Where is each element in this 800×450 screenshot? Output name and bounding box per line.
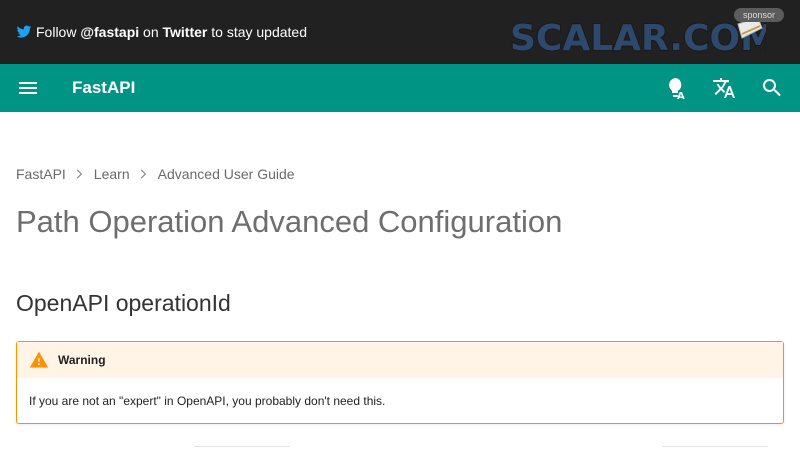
svg-text:A: A [677,91,685,100]
search-icon[interactable] [760,76,784,100]
site-title[interactable]: FastAPI [72,78,135,98]
color-palette-icon[interactable]: A [664,76,688,100]
translate-icon[interactable] [712,76,736,100]
twitter-icon [16,25,32,38]
sponsor-banner[interactable]: SCALAR.COM sponsor [506,6,784,60]
breadcrumb-item-learn[interactable]: Learn [94,166,130,182]
announcement-middle: on [139,24,163,40]
announcement-suffix: to stay updated [207,24,307,40]
code-tab[interactable] [662,446,768,450]
menu-icon[interactable] [16,76,40,100]
breadcrumb: FastAPI Learn Advanced User Guide [16,166,295,182]
warning-admonition: Warning If you are not an "expert" in Op… [16,341,784,424]
page-title: Path Operation Advanced Configuration [16,204,563,239]
site-header: FastAPI A [0,64,800,112]
twitter-handle-link[interactable]: @fastapi [80,23,139,41]
code-tab[interactable] [194,446,290,450]
admonition-text: If you are not an "expert" in OpenAPI, y… [29,394,386,408]
chevron-right-icon [76,169,82,179]
section-title: OpenAPI operationId [16,290,231,316]
announcement-bar: Follow @fastapi on Twitter to stay updat… [0,0,800,64]
twitter-link[interactable]: Twitter [163,23,208,41]
chevron-right-icon [140,169,146,179]
breadcrumb-item-fastapi[interactable]: FastAPI [16,166,66,182]
sponsor-logo: SCALAR.COM [509,17,766,60]
sponsor-badge: sponsor [733,8,784,22]
sponsor-logo-text: SCALAR.COM [510,18,766,59]
announcement-prefix: Follow [36,24,81,40]
warning-icon [29,351,49,368]
breadcrumb-item-advanced-user-guide[interactable]: Advanced User Guide [158,166,295,182]
admonition-title: Warning [58,353,106,367]
admonition-header: Warning [17,342,783,378]
announcement-text[interactable]: Follow @fastapi on Twitter to stay updat… [16,23,307,41]
code-tabs [0,446,800,450]
